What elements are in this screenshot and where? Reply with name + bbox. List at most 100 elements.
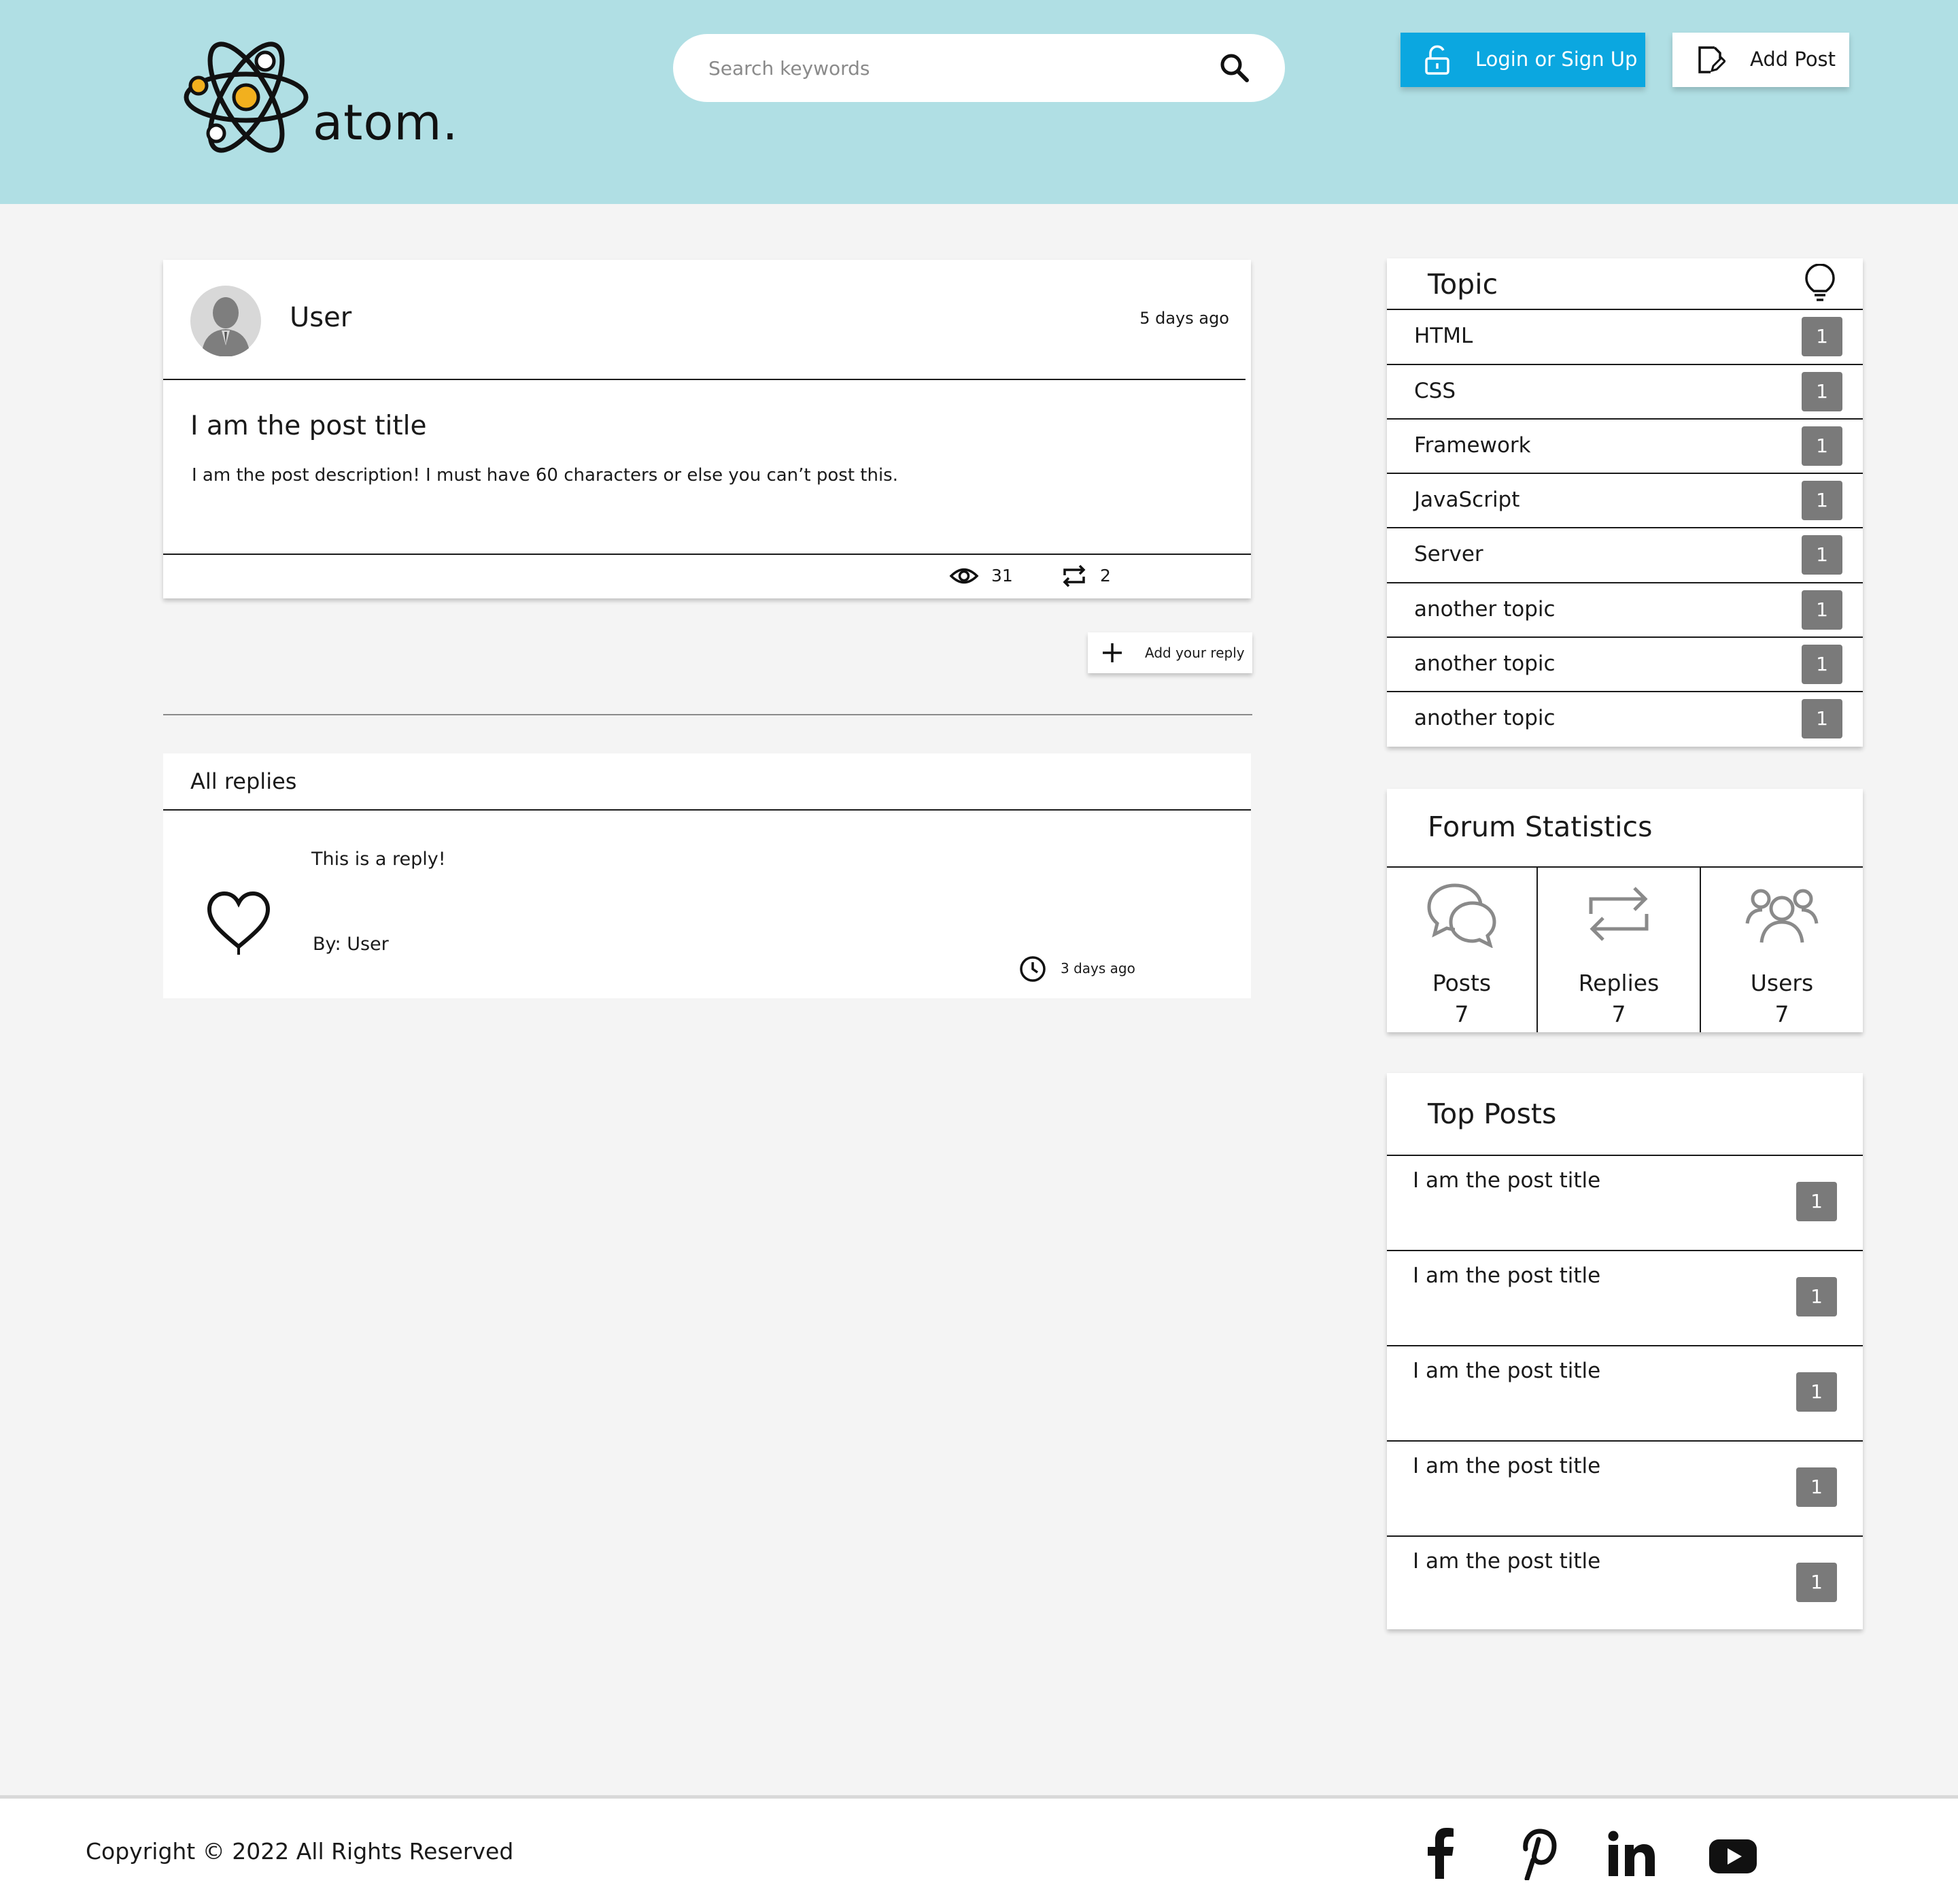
topic-item[interactable]: Framework 1: [1387, 418, 1863, 473]
topic-name: HTML: [1414, 324, 1473, 348]
users-icon: [1745, 889, 1819, 943]
divider: [163, 809, 1251, 811]
reply-count: 2: [1100, 566, 1111, 585]
site-logo[interactable]: atom.: [184, 33, 469, 162]
count-badge: 1: [1802, 535, 1842, 575]
divider: [163, 554, 1251, 555]
topic-name: Server: [1414, 542, 1483, 566]
topic-item[interactable]: Server 1: [1387, 527, 1863, 581]
repeat-icon: [1589, 887, 1649, 941]
count-badge: 1: [1796, 1182, 1837, 1221]
topic-name: JavaScript: [1414, 488, 1520, 512]
heart-icon[interactable]: [207, 891, 271, 956]
stat-label: Posts: [1432, 970, 1492, 996]
topic-name: another topic: [1414, 597, 1556, 622]
copyright-text: Copyright © 2022 All Rights Reserved: [86, 1838, 514, 1865]
search-bar: [673, 34, 1285, 102]
stat-label: Replies: [1578, 970, 1660, 996]
view-count: 31: [991, 566, 1013, 585]
top-post-title: I am the post title: [1413, 1263, 1601, 1288]
lightbulb-icon: [1805, 264, 1835, 301]
count-badge: 1: [1802, 426, 1842, 466]
topics-heading: Topic: [1428, 268, 1498, 301]
topics-panel: Topic HTML 1 CSS 1 Framework 1 JavaScrip…: [1387, 258, 1863, 747]
count-badge: 1: [1802, 699, 1842, 738]
top-post-item[interactable]: I am the post title 1: [1387, 1440, 1863, 1535]
unlock-icon: [1425, 45, 1449, 75]
eye-icon: [949, 568, 979, 584]
reply-author: By: User: [313, 934, 389, 955]
post-timestamp: 5 days ago: [1139, 309, 1229, 328]
section-divider: [163, 714, 1252, 715]
divider: [163, 379, 1246, 380]
count-badge: 1: [1796, 1563, 1837, 1602]
stat-value: 7: [1454, 1001, 1469, 1027]
site-header: atom. Login or Sign Up Add Post: [0, 0, 1958, 204]
add-reply-button[interactable]: Add your reply: [1088, 632, 1252, 673]
topic-name: Framework: [1414, 433, 1531, 458]
repeat-icon: [1063, 564, 1086, 588]
top-post-title: I am the post title: [1413, 1549, 1601, 1574]
top-post-title: I am the post title: [1413, 1454, 1601, 1478]
post-card: User 5 days ago I am the post title I am…: [163, 260, 1251, 598]
clock-icon: [1020, 956, 1046, 982]
count-badge: 1: [1802, 481, 1842, 520]
facebook-icon[interactable]: [1421, 1826, 1462, 1880]
top-posts-panel: Top Posts I am the post title 1 I am the…: [1387, 1073, 1863, 1629]
search-icon[interactable]: [1217, 50, 1252, 86]
edit-document-icon: [1698, 46, 1725, 73]
logo-text: atom.: [313, 94, 459, 151]
add-post-button[interactable]: Add Post: [1672, 33, 1849, 87]
linkedin-icon[interactable]: [1607, 1826, 1656, 1880]
topic-item[interactable]: another topic 1: [1387, 636, 1863, 691]
top-post-item[interactable]: I am the post title 1: [1387, 1250, 1863, 1345]
pinterest-icon[interactable]: [1516, 1826, 1557, 1880]
top-post-title: I am the post title: [1413, 1168, 1601, 1193]
topic-item[interactable]: another topic 1: [1387, 691, 1863, 745]
top-post-item[interactable]: I am the post title 1: [1387, 1535, 1863, 1631]
add-reply-label: Add your reply: [1145, 645, 1245, 661]
top-post-item[interactable]: I am the post title 1: [1387, 1345, 1863, 1440]
stat-value: 7: [1611, 1001, 1626, 1027]
plus-icon: [1103, 643, 1122, 662]
stat-users: Users 7: [1701, 868, 1863, 1032]
youtube-icon[interactable]: [1708, 1826, 1758, 1880]
reply-timestamp: 3 days ago: [1061, 960, 1135, 976]
topic-item[interactable]: CSS 1: [1387, 364, 1863, 418]
post-description: I am the post description! I must have 6…: [192, 465, 898, 486]
stat-replies: Replies 7: [1538, 868, 1700, 1032]
replies-heading: All replies: [190, 768, 297, 794]
topic-item[interactable]: another topic 1: [1387, 582, 1863, 636]
stats-heading: Forum Statistics: [1428, 811, 1653, 843]
reply-text: This is a reply!: [311, 849, 446, 870]
topic-name: another topic: [1414, 651, 1556, 676]
avatar: [190, 286, 261, 356]
replies-section: All replies This is a reply! By: User 3 …: [163, 753, 1251, 998]
post-author[interactable]: User: [290, 302, 351, 333]
count-badge: 1: [1796, 1372, 1837, 1412]
topic-item[interactable]: HTML 1: [1387, 309, 1863, 363]
site-footer: Copyright © 2022 All Rights Reserved: [0, 1795, 1958, 1904]
count-badge: 1: [1802, 590, 1842, 630]
search-input[interactable]: [708, 50, 1198, 86]
top-post-item[interactable]: I am the post title 1: [1387, 1155, 1863, 1250]
top-posts-heading: Top Posts: [1428, 1098, 1557, 1130]
login-label: Login or Sign Up: [1475, 48, 1638, 71]
stat-value: 7: [1774, 1001, 1789, 1027]
count-badge: 1: [1796, 1277, 1837, 1316]
stat-label: Users: [1750, 970, 1814, 996]
stat-posts: Posts 7: [1387, 868, 1536, 1032]
login-signup-button[interactable]: Login or Sign Up: [1401, 33, 1645, 87]
chat-bubbles-icon: [1427, 883, 1496, 948]
count-badge: 1: [1796, 1467, 1837, 1507]
topic-name: another topic: [1414, 706, 1556, 730]
post-title: I am the post title: [190, 411, 427, 441]
count-badge: 1: [1802, 645, 1842, 684]
topic-name: CSS: [1414, 379, 1456, 403]
topic-item[interactable]: JavaScript 1: [1387, 473, 1863, 527]
atom-logo-icon: [184, 41, 309, 153]
add-post-label: Add Post: [1750, 48, 1836, 71]
top-post-title: I am the post title: [1413, 1359, 1601, 1383]
forum-statistics-panel: Forum Statistics Posts 7 Replies 7 Users…: [1387, 789, 1863, 1032]
count-badge: 1: [1802, 372, 1842, 411]
